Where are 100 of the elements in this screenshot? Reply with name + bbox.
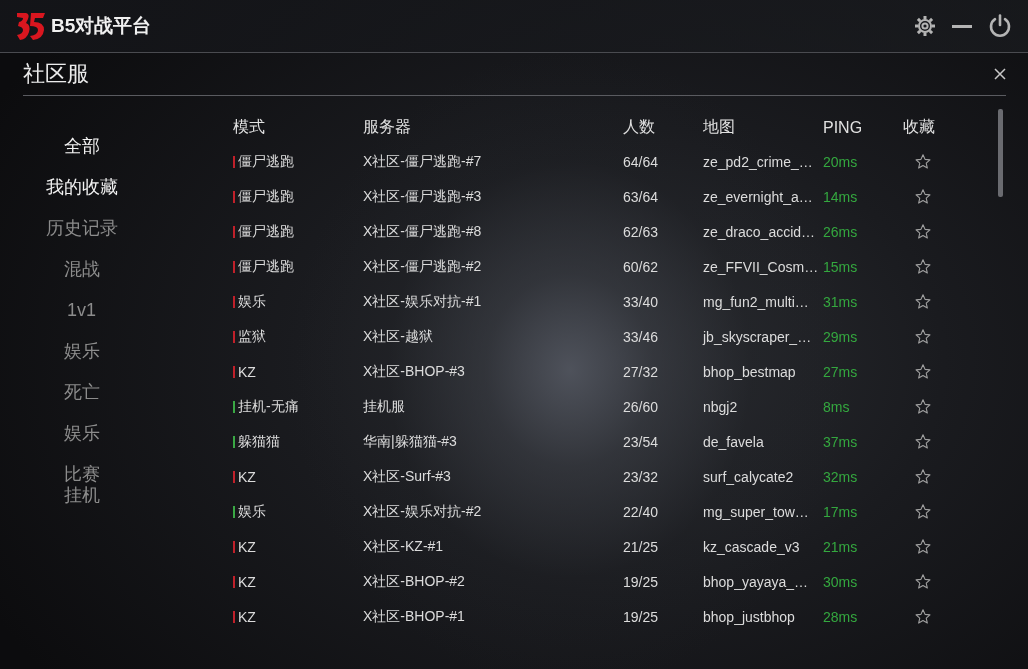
- table-cell: 30ms: [823, 573, 858, 590]
- table-cell: 躲猫猫: [238, 432, 280, 451]
- star-icon[interactable]: [915, 539, 931, 554]
- table-cell: 娱乐: [238, 292, 266, 311]
- column-header[interactable]: 收藏: [903, 117, 935, 138]
- table-cell: X社区-僵尸逃跑-#2: [363, 257, 482, 276]
- table-cell: 挂机-无痛: [238, 397, 299, 416]
- table-cell: surf_calycate2: [703, 468, 794, 485]
- table-cell: 23/54: [623, 433, 659, 450]
- table-cell: 华南|躲猫猫-#3: [363, 432, 457, 451]
- table-cell: X社区-BHOP-#1: [363, 607, 465, 626]
- table-cell: 32ms: [823, 468, 858, 485]
- table-cell: 15ms: [823, 258, 858, 275]
- sidebar-item[interactable]: 娱乐: [41, 331, 122, 372]
- table-cell: bhop_bestmap: [703, 363, 796, 380]
- table-cell: ze_pd2_crime_…: [703, 153, 813, 170]
- table-cell: mg_fun2_multi…: [703, 293, 809, 310]
- table-cell: 监狱: [238, 327, 266, 346]
- table-cell: 37ms: [823, 433, 858, 450]
- column-header[interactable]: 人数: [623, 117, 655, 138]
- table-cell: de_favela: [703, 433, 764, 450]
- settings-button[interactable]: [914, 15, 936, 37]
- star-icon[interactable]: [915, 609, 931, 624]
- sidebar-item[interactable]: 娱乐: [41, 413, 122, 454]
- app-name: B5对战平台: [51, 14, 152, 38]
- star-icon[interactable]: [915, 364, 931, 379]
- star-icon[interactable]: [915, 294, 931, 309]
- table-cell: 20ms: [823, 153, 858, 170]
- table-cell: mg_super_tow…: [703, 503, 809, 520]
- column-header[interactable]: 模式: [233, 117, 265, 138]
- table-cell: 28ms: [823, 608, 858, 625]
- table-cell: 26/60: [623, 398, 659, 415]
- sidebar-item[interactable]: 比赛挂机: [61, 454, 102, 516]
- table-cell: 60/62: [623, 258, 659, 275]
- table-cell: KZ: [238, 468, 256, 485]
- table-cell: X社区-BHOP-#2: [363, 572, 465, 591]
- table-cell: ze_draco_accid…: [703, 223, 816, 240]
- close-icon: [994, 68, 1006, 80]
- table-cell: 僵尸逃跑: [238, 257, 294, 276]
- table-cell: X社区-僵尸逃跑-#7: [363, 152, 482, 171]
- power-icon: [988, 14, 1012, 38]
- table-cell: 21ms: [823, 538, 858, 555]
- table-cell: 22/40: [623, 503, 659, 520]
- minimize-button[interactable]: [950, 24, 974, 28]
- star-icon[interactable]: [915, 434, 931, 449]
- table-cell: KZ: [238, 573, 256, 590]
- table-cell: 21/25: [623, 538, 659, 555]
- table-cell: nbgj2: [703, 398, 738, 415]
- table-cell: 17ms: [823, 503, 858, 520]
- table-cell: ze_FFVII_Cosm…: [703, 258, 819, 275]
- table-cell: KZ: [238, 538, 256, 555]
- column-header[interactable]: 服务器: [363, 117, 411, 138]
- table-cell: bhop_justbhop: [703, 608, 795, 625]
- star-icon[interactable]: [915, 574, 931, 589]
- panel-title: 社区服: [23, 63, 89, 85]
- sidebar-item[interactable]: 混战: [41, 249, 122, 290]
- table-cell: X社区-娱乐对抗-#2: [363, 502, 482, 521]
- sidebar-item[interactable]: 死亡: [41, 372, 122, 413]
- table-cell: 33/40: [623, 293, 659, 310]
- star-icon[interactable]: [915, 504, 931, 519]
- star-icon[interactable]: [915, 224, 931, 239]
- table-cell: X社区-僵尸逃跑-#3: [363, 187, 482, 206]
- star-icon[interactable]: [915, 154, 931, 169]
- table-cell: 僵尸逃跑: [238, 222, 294, 241]
- sidebar-item[interactable]: 历史记录: [41, 208, 122, 249]
- star-icon[interactable]: [915, 259, 931, 274]
- table-cell: ze_evernight_a…: [703, 188, 813, 205]
- table-cell: 19/25: [623, 573, 659, 590]
- table-cell: 23/32: [623, 468, 659, 485]
- table-cell: 64/64: [623, 153, 659, 170]
- table-cell: X社区-KZ-#1: [363, 537, 444, 556]
- star-icon[interactable]: [915, 469, 931, 484]
- table-cell: X社区-僵尸逃跑-#8: [363, 222, 482, 241]
- close-button[interactable]: [994, 68, 1006, 80]
- sidebar-item[interactable]: 全部: [41, 126, 122, 167]
- table-cell: X社区-BHOP-#3: [363, 362, 465, 381]
- star-icon[interactable]: [915, 189, 931, 204]
- minimize-icon: [952, 24, 972, 28]
- sidebar-item[interactable]: 我的收藏: [41, 167, 122, 208]
- table-cell: 19/25: [623, 608, 659, 625]
- table-cell: 27ms: [823, 363, 858, 380]
- table-cell: 僵尸逃跑: [238, 187, 294, 206]
- star-icon[interactable]: [915, 399, 931, 414]
- table-cell: 31ms: [823, 293, 858, 310]
- settings-icon: [914, 15, 936, 37]
- table-cell: kz_cascade_v3: [703, 538, 800, 555]
- sidebar-item[interactable]: 1v1: [41, 290, 122, 331]
- star-icon[interactable]: [915, 329, 931, 344]
- power-button[interactable]: [988, 14, 1012, 38]
- table-cell: 14ms: [823, 188, 858, 205]
- table-cell: 僵尸逃跑: [238, 152, 294, 171]
- column-header[interactable]: 地图: [703, 117, 735, 138]
- column-header[interactable]: PING: [823, 118, 863, 137]
- table-cell: bhop_yayaya_…: [703, 573, 809, 590]
- table-cell: X社区-娱乐对抗-#1: [363, 292, 482, 311]
- table-cell: 33/46: [623, 328, 659, 345]
- table-cell: 29ms: [823, 328, 858, 345]
- logo-icon: [14, 10, 46, 42]
- table-cell: KZ: [238, 363, 256, 380]
- scrollbar[interactable]: [998, 109, 1003, 197]
